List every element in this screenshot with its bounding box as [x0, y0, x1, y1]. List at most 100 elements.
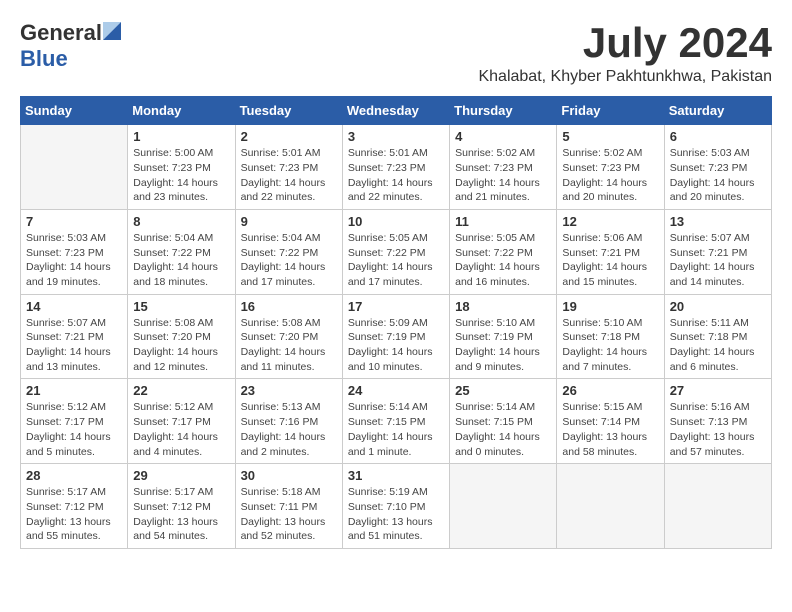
weekday-header: Friday: [557, 97, 664, 125]
day-info: Sunrise: 5:03 AM Sunset: 7:23 PM Dayligh…: [26, 231, 122, 290]
day-number: 30: [241, 468, 337, 483]
day-number: 5: [562, 129, 658, 144]
day-info: Sunrise: 5:13 AM Sunset: 7:16 PM Dayligh…: [241, 400, 337, 459]
weekday-header: Saturday: [664, 97, 771, 125]
title-area: July 2024 Khalabat, Khyber Pakhtunkhwa, …: [478, 20, 772, 86]
calendar-cell: 1 Sunrise: 5:00 AM Sunset: 7:23 PM Daylig…: [128, 125, 235, 210]
logo-bird-icon: [103, 22, 121, 40]
day-info: Sunrise: 5:10 AM Sunset: 7:18 PM Dayligh…: [562, 316, 658, 375]
day-info: Sunrise: 5:19 AM Sunset: 7:10 PM Dayligh…: [348, 485, 444, 544]
day-info: Sunrise: 5:05 AM Sunset: 7:22 PM Dayligh…: [348, 231, 444, 290]
day-number: 17: [348, 299, 444, 314]
day-number: 10: [348, 214, 444, 229]
day-number: 19: [562, 299, 658, 314]
calendar-cell: [664, 464, 771, 549]
day-info: Sunrise: 5:04 AM Sunset: 7:22 PM Dayligh…: [133, 231, 229, 290]
day-number: 31: [348, 468, 444, 483]
day-info: Sunrise: 5:06 AM Sunset: 7:21 PM Dayligh…: [562, 231, 658, 290]
day-info: Sunrise: 5:16 AM Sunset: 7:13 PM Dayligh…: [670, 400, 766, 459]
day-number: 14: [26, 299, 122, 314]
day-info: Sunrise: 5:12 AM Sunset: 7:17 PM Dayligh…: [26, 400, 122, 459]
calendar-cell: 15 Sunrise: 5:08 AM Sunset: 7:20 PM Dayli…: [128, 294, 235, 379]
day-info: Sunrise: 5:07 AM Sunset: 7:21 PM Dayligh…: [26, 316, 122, 375]
calendar-cell: 28 Sunrise: 5:17 AM Sunset: 7:12 PM Dayli…: [21, 464, 128, 549]
calendar-cell: [450, 464, 557, 549]
month-title: July 2024: [478, 20, 772, 66]
day-info: Sunrise: 5:03 AM Sunset: 7:23 PM Dayligh…: [670, 146, 766, 205]
calendar-cell: [557, 464, 664, 549]
day-number: 21: [26, 383, 122, 398]
calendar-cell: 7 Sunrise: 5:03 AM Sunset: 7:23 PM Daylig…: [21, 209, 128, 294]
calendar-cell: 14 Sunrise: 5:07 AM Sunset: 7:21 PM Dayli…: [21, 294, 128, 379]
day-info: Sunrise: 5:12 AM Sunset: 7:17 PM Dayligh…: [133, 400, 229, 459]
calendar-cell: 9 Sunrise: 5:04 AM Sunset: 7:22 PM Daylig…: [235, 209, 342, 294]
calendar-cell: 24 Sunrise: 5:14 AM Sunset: 7:15 PM Dayli…: [342, 379, 449, 464]
weekday-header: Monday: [128, 97, 235, 125]
calendar-table: SundayMondayTuesdayWednesdayThursdayFrid…: [20, 96, 772, 549]
day-info: Sunrise: 5:02 AM Sunset: 7:23 PM Dayligh…: [562, 146, 658, 205]
calendar-cell: 21 Sunrise: 5:12 AM Sunset: 7:17 PM Dayli…: [21, 379, 128, 464]
day-info: Sunrise: 5:17 AM Sunset: 7:12 PM Dayligh…: [26, 485, 122, 544]
weekday-header: Tuesday: [235, 97, 342, 125]
calendar-week-row: 14 Sunrise: 5:07 AM Sunset: 7:21 PM Dayli…: [21, 294, 772, 379]
logo-blue: Blue: [20, 46, 68, 72]
day-number: 11: [455, 214, 551, 229]
day-info: Sunrise: 5:04 AM Sunset: 7:22 PM Dayligh…: [241, 231, 337, 290]
location-subtitle: Khalabat, Khyber Pakhtunkhwa, Pakistan: [478, 68, 772, 86]
logo-general: General: [20, 20, 102, 46]
day-number: 22: [133, 383, 229, 398]
day-number: 2: [241, 129, 337, 144]
day-info: Sunrise: 5:14 AM Sunset: 7:15 PM Dayligh…: [348, 400, 444, 459]
day-number: 15: [133, 299, 229, 314]
day-number: 13: [670, 214, 766, 229]
day-number: 28: [26, 468, 122, 483]
calendar-cell: 2Sunrise: 5:01 AM Sunset: 7:23 PM Daylig…: [235, 125, 342, 210]
day-number: 27: [670, 383, 766, 398]
day-number: 24: [348, 383, 444, 398]
day-info: Sunrise: 5:00 AM Sunset: 7:23 PM Dayligh…: [133, 146, 229, 205]
day-info: Sunrise: 5:15 AM Sunset: 7:14 PM Dayligh…: [562, 400, 658, 459]
calendar-cell: 13Sunrise: 5:07 AM Sunset: 7:21 PM Dayli…: [664, 209, 771, 294]
day-number: 26: [562, 383, 658, 398]
day-number: 16: [241, 299, 337, 314]
day-number: 1: [133, 129, 229, 144]
logo: General Blue: [20, 20, 121, 72]
day-number: 8: [133, 214, 229, 229]
calendar-cell: 10 Sunrise: 5:05 AM Sunset: 7:22 PM Dayli…: [342, 209, 449, 294]
calendar-cell: 20Sunrise: 5:11 AM Sunset: 7:18 PM Dayli…: [664, 294, 771, 379]
day-number: 25: [455, 383, 551, 398]
day-number: 6: [670, 129, 766, 144]
day-info: Sunrise: 5:17 AM Sunset: 7:12 PM Dayligh…: [133, 485, 229, 544]
day-number: 18: [455, 299, 551, 314]
weekday-header: Wednesday: [342, 97, 449, 125]
calendar-cell: 17 Sunrise: 5:09 AM Sunset: 7:19 PM Dayli…: [342, 294, 449, 379]
calendar-cell: 11 Sunrise: 5:05 AM Sunset: 7:22 PM Dayli…: [450, 209, 557, 294]
day-number: 9: [241, 214, 337, 229]
calendar-cell: 25 Sunrise: 5:14 AM Sunset: 7:15 PM Dayli…: [450, 379, 557, 464]
day-number: 23: [241, 383, 337, 398]
day-info: Sunrise: 5:10 AM Sunset: 7:19 PM Dayligh…: [455, 316, 551, 375]
page-header: General Blue July 2024 Khalabat, Khyber …: [20, 20, 772, 86]
calendar-cell: [21, 125, 128, 210]
day-info: Sunrise: 5:09 AM Sunset: 7:19 PM Dayligh…: [348, 316, 444, 375]
calendar-week-row: 1 Sunrise: 5:00 AM Sunset: 7:23 PM Daylig…: [21, 125, 772, 210]
day-info: Sunrise: 5:08 AM Sunset: 7:20 PM Dayligh…: [241, 316, 337, 375]
day-number: 12: [562, 214, 658, 229]
calendar-week-row: 7 Sunrise: 5:03 AM Sunset: 7:23 PM Daylig…: [21, 209, 772, 294]
day-info: Sunrise: 5:05 AM Sunset: 7:22 PM Dayligh…: [455, 231, 551, 290]
calendar-cell: 4Sunrise: 5:02 AM Sunset: 7:23 PM Daylig…: [450, 125, 557, 210]
calendar-cell: 19 Sunrise: 5:10 AM Sunset: 7:18 PM Dayli…: [557, 294, 664, 379]
day-info: Sunrise: 5:08 AM Sunset: 7:20 PM Dayligh…: [133, 316, 229, 375]
calendar-cell: 8 Sunrise: 5:04 AM Sunset: 7:22 PM Daylig…: [128, 209, 235, 294]
day-number: 7: [26, 214, 122, 229]
weekday-header: Thursday: [450, 97, 557, 125]
weekday-header: Sunday: [21, 97, 128, 125]
calendar-week-row: 28 Sunrise: 5:17 AM Sunset: 7:12 PM Dayli…: [21, 464, 772, 549]
day-info: Sunrise: 5:14 AM Sunset: 7:15 PM Dayligh…: [455, 400, 551, 459]
calendar-cell: 30Sunrise: 5:18 AM Sunset: 7:11 PM Dayli…: [235, 464, 342, 549]
calendar-cell: 18 Sunrise: 5:10 AM Sunset: 7:19 PM Dayli…: [450, 294, 557, 379]
day-number: 20: [670, 299, 766, 314]
calendar-cell: 31 Sunrise: 5:19 AM Sunset: 7:10 PM Dayli…: [342, 464, 449, 549]
calendar-cell: 22 Sunrise: 5:12 AM Sunset: 7:17 PM Dayli…: [128, 379, 235, 464]
calendar-cell: 16 Sunrise: 5:08 AM Sunset: 7:20 PM Dayli…: [235, 294, 342, 379]
